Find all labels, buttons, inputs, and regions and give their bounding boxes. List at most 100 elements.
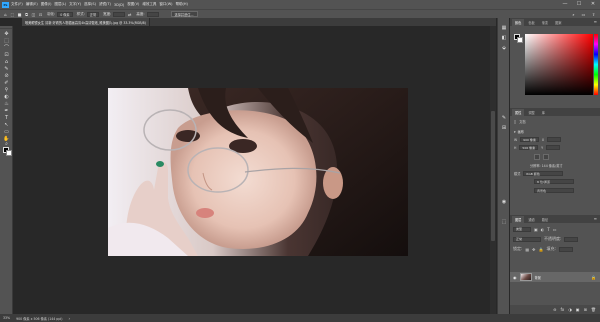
lock-position-icon[interactable]: ✥	[532, 247, 535, 252]
filter-pixel-icon[interactable]: ▣	[534, 227, 538, 232]
mode-select[interactable]: RGB 颜色	[523, 171, 564, 176]
lock-all-icon[interactable]: 🔒	[539, 247, 544, 252]
hue-slider[interactable]	[594, 34, 598, 95]
pen-tool-icon[interactable]: ✒	[2, 107, 11, 114]
zoom-tool-icon[interactable]: ⌕	[2, 140, 11, 147]
menu-filter[interactable]: 滤镜(T)	[99, 2, 111, 7]
subtract-selection-icon[interactable]: ◫	[31, 12, 36, 17]
tab-color[interactable]: 颜色	[512, 19, 525, 26]
new-selection-icon[interactable]: ■	[17, 12, 22, 17]
fx-icon[interactable]: fx	[561, 307, 565, 312]
maximize-button[interactable]: ☐	[575, 1, 583, 7]
landscape-orientation-button[interactable]	[543, 154, 549, 160]
menu-edit[interactable]: 编辑(E)	[26, 2, 38, 7]
blend-mode-select[interactable]: 正常	[513, 236, 541, 242]
swap-icon[interactable]: ⇄	[127, 12, 132, 17]
fill-color-select[interactable]: 背景色	[534, 188, 574, 193]
eye-icon[interactable]: ◉	[513, 275, 517, 280]
link-layers-icon[interactable]: ⊖	[553, 307, 556, 312]
tab-swatches[interactable]: 色板	[525, 19, 537, 26]
menu-help[interactable]: 帮助(H)	[176, 2, 188, 7]
marquee-tool-icon[interactable]: ⬚	[2, 37, 11, 44]
canvas-x-input[interactable]	[547, 137, 562, 142]
tab-layers[interactable]: 图层	[512, 216, 525, 223]
status-menu-arrow[interactable]: ›	[68, 316, 70, 321]
panel-menu-icon[interactable]: ≡	[594, 19, 597, 24]
lock-pixels-icon[interactable]: ▦	[525, 247, 529, 252]
select-and-mask-button[interactable]: 选择并遮住...	[170, 11, 198, 17]
tab-gradients[interactable]: 渐变	[539, 19, 551, 26]
new-layer-icon[interactable]: ⊞	[584, 307, 587, 312]
brush-tool-icon[interactable]: ✐	[2, 79, 11, 86]
tab-patterns[interactable]: 图案	[552, 19, 564, 26]
search-icon[interactable]: ⌕	[571, 12, 576, 17]
move-tool-icon[interactable]: ✥	[2, 30, 11, 37]
menu-layer[interactable]: 图层(L)	[54, 2, 66, 7]
crop-tool-icon[interactable]: ⊡	[2, 51, 11, 58]
eyedropper-tool-icon[interactable]: ✎	[2, 65, 11, 72]
layer-row-background[interactable]: ◉ 背景 🔒	[510, 272, 600, 282]
tab-libraries[interactable]: 库	[539, 109, 548, 116]
canvas-y-input[interactable]	[546, 145, 561, 150]
tab-adjustments[interactable]: 调整	[525, 109, 537, 116]
mask-icon[interactable]: ◑	[568, 307, 572, 312]
layers-menu-icon[interactable]: ≡	[594, 216, 597, 221]
marquee-preset-icon[interactable]: ⬚	[10, 12, 15, 17]
history-icon[interactable]: ▦	[500, 24, 508, 31]
intersect-selection-icon[interactable]: ⊡	[38, 12, 43, 17]
dodge-tool-icon[interactable]: ♨	[2, 100, 11, 107]
adjustment-layer-icon[interactable]: ▣	[576, 307, 580, 312]
feather-input[interactable]: 0 像素	[57, 11, 73, 17]
filter-shape-icon[interactable]: ▭	[553, 227, 557, 232]
home-icon[interactable]: ⌂	[3, 12, 8, 17]
height-input[interactable]	[146, 11, 159, 17]
canvas-height-input[interactable]: 506 像素	[519, 145, 539, 150]
zoom-level[interactable]: 33%	[3, 316, 10, 320]
tab-properties[interactable]: 属性	[512, 109, 525, 116]
background-color-swatch[interactable]	[6, 150, 12, 156]
color-picker-field[interactable]	[525, 34, 593, 95]
minimize-button[interactable]: —	[561, 1, 569, 7]
fill-input[interactable]	[558, 246, 573, 252]
frame-tool-icon[interactable]: ⌂	[2, 58, 11, 65]
workspace-icon[interactable]: ▭	[581, 12, 586, 17]
canvas-vertical-scrollbar[interactable]	[490, 26, 496, 314]
path-selection-tool-icon[interactable]: ↖	[2, 121, 11, 128]
lasso-tool-icon[interactable]: ⌒	[2, 44, 11, 51]
layer-kind-filter[interactable]: 类型	[513, 226, 531, 232]
menu-3d[interactable]: 3D(D)	[114, 3, 124, 7]
filter-adjust-icon[interactable]: ◐	[541, 227, 545, 232]
bit-depth-select[interactable]: 8 位/通道	[534, 179, 574, 184]
tab-channels[interactable]: 通道	[525, 216, 537, 223]
rectangle-tool-icon[interactable]: ▭	[2, 128, 11, 135]
scrollbar-thumb[interactable]	[491, 111, 495, 241]
portrait-orientation-button[interactable]	[534, 154, 540, 160]
swatches-icon[interactable]: ◧	[500, 34, 508, 41]
type-tool-icon[interactable]: T	[2, 114, 11, 121]
canvas-section-header[interactable]: ▾ 画布	[514, 129, 524, 135]
menu-image[interactable]: 图像(I)	[41, 2, 52, 7]
add-selection-icon[interactable]: ⧉	[24, 12, 29, 17]
eraser-tool-icon[interactable]: ◐	[2, 93, 11, 100]
toolbar-grip[interactable]	[0, 26, 12, 29]
paths-icon[interactable]: ⬚	[500, 218, 508, 225]
menu-view[interactable]: 视图(V)	[127, 2, 139, 7]
panel-background-swatch[interactable]	[517, 37, 523, 43]
style-select[interactable]: 正常	[86, 11, 100, 17]
clone-stamp-tool-icon[interactable]: ⚲	[2, 86, 11, 93]
document-image[interactable]	[108, 88, 408, 256]
document-tab[interactable]: 唯美眼镜女生 清新 好看的人物插画高清4k高清壁纸_唯美图片.jpg @ 33.…	[22, 18, 150, 26]
filter-type-icon[interactable]: T	[547, 227, 549, 232]
brush-settings-icon[interactable]: ✎	[500, 114, 508, 121]
tab-close-icon[interactable]: ×	[149, 20, 150, 25]
width-input[interactable]	[113, 11, 126, 17]
menu-plugins[interactable]: 增效工具	[142, 2, 156, 7]
trash-icon[interactable]: 🗑	[591, 307, 596, 312]
menu-type[interactable]: 文字(Y)	[69, 2, 81, 7]
adjust-icon[interactable]: ⬙	[500, 44, 508, 51]
menu-select[interactable]: 选择(S)	[84, 2, 96, 7]
healing-tool-icon[interactable]: ⊘	[2, 72, 11, 79]
tab-paths[interactable]: 路径	[539, 216, 551, 223]
channels-icon[interactable]: ◉	[500, 198, 508, 205]
grid-icon[interactable]: ⊞	[500, 124, 508, 131]
